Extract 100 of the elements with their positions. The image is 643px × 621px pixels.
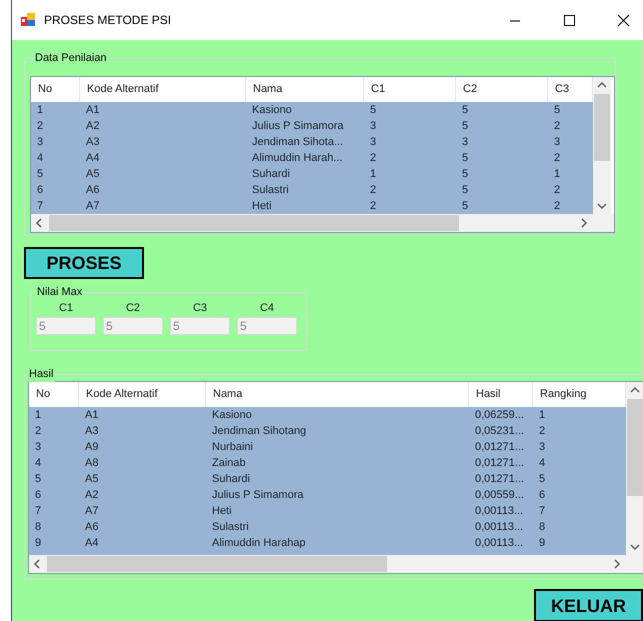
table-cell-text: 5 — [461, 103, 470, 118]
table-cell-text: 3 — [553, 135, 562, 150]
table-cell-text: A5 — [85, 167, 100, 182]
table-cell-text: 1 — [36, 103, 44, 118]
table-cell-text: 3 — [369, 119, 378, 134]
table-cell-text: 2 — [553, 183, 562, 198]
table-cell-text: 7 — [34, 504, 42, 519]
table-cell-text: Jendiman Sihota... — [251, 135, 344, 150]
table-cell-text: A6 — [85, 183, 100, 198]
table-cell-text: 0,00559... — [474, 488, 525, 503]
table-cell-text: 8 — [34, 520, 42, 535]
window-title: PROSES METODE PSI — [44, 12, 172, 29]
table-cell-text: Kasiono — [211, 408, 253, 423]
table-cell-text: A3 — [85, 135, 100, 150]
table-cell-text: 4 — [538, 456, 546, 471]
scroll-thumb[interactable] — [49, 215, 459, 231]
table-cell-text: 0,00113... — [474, 536, 524, 551]
scroll-thumb[interactable] — [594, 94, 610, 161]
table-cell-text: 5 — [461, 199, 470, 214]
table-cell-text: 4 — [34, 456, 42, 471]
table-cell-text: A6 — [84, 520, 100, 535]
table-cell-text: A1 — [84, 408, 100, 423]
table-cell-text: Sulastri — [251, 183, 290, 198]
table-cell-text: 0,06259... — [474, 408, 525, 423]
table-cell-text: Heti — [211, 504, 233, 519]
table-cell-text: 3 — [34, 440, 42, 455]
table-cell-text: A7 — [85, 199, 100, 214]
table-cell-text: 5 — [369, 103, 378, 118]
table-cell-text: 9 — [538, 536, 546, 551]
table-cell-text: 1 — [538, 408, 546, 423]
table-cell-text: Jendiman Sihotang — [211, 424, 308, 439]
table-cell-text: 3 — [538, 440, 546, 455]
table-cell-text: 0,01271... — [474, 440, 525, 455]
vertical-scrollbar[interactable] — [626, 382, 643, 555]
table-cell-text: Heti — [251, 199, 273, 214]
table-cell-text: 6 — [538, 488, 546, 503]
table-cell-text: 1 — [34, 408, 42, 423]
vertical-scrollbar[interactable] — [593, 77, 611, 214]
app-icon — [20, 12, 36, 28]
table-cell-text: 5 — [36, 167, 44, 182]
scroll-thumb[interactable] — [47, 556, 387, 572]
table-cell-text: 0,01271... — [474, 456, 525, 471]
table-cell-text: 2 — [369, 183, 378, 198]
field-label: C3 — [192, 301, 208, 316]
table-cell-text: Julius P Simamora — [211, 488, 304, 503]
table-cell-text: Suhardi — [251, 167, 291, 182]
table-cell-text: 2 — [553, 151, 562, 166]
table-cell-text: A9 — [84, 440, 100, 455]
table-cell-text: A4 — [85, 151, 100, 166]
close-icon[interactable] — [616, 12, 630, 28]
table-cell-text: 5 — [461, 119, 470, 134]
table-cell-text: 0,01271... — [474, 472, 525, 487]
table-cell-text: 5 — [553, 103, 562, 118]
table-cell-text: 2 — [553, 199, 562, 214]
table-cell-text: 0,05231... — [474, 424, 525, 439]
table-cell-text: 7 — [36, 199, 44, 214]
table-cell-text: 6 — [36, 183, 44, 198]
table-cell-text: 5 — [461, 167, 470, 182]
scroll-thumb[interactable] — [627, 399, 643, 496]
table-cell-text: A5 — [84, 472, 100, 487]
table-cell-text: 5 — [538, 472, 546, 487]
table-cell-text: Alimuddin Harah... — [251, 151, 344, 166]
table-cell-text: Alimuddin Harahap — [211, 536, 307, 551]
table-cell-text: Suhardi — [211, 472, 251, 487]
table-cell-text: 3 — [461, 135, 470, 150]
table-cell-text: 1 — [369, 167, 378, 182]
table-cell-text: 2 — [34, 424, 42, 439]
table-cell-text: 5 — [461, 151, 470, 166]
table-cell-text: 7 — [538, 504, 546, 519]
table-cell-text: 2 — [538, 424, 546, 439]
table-cell-text: A2 — [85, 119, 100, 134]
maximize-icon[interactable] — [562, 12, 576, 28]
table-cell-text: A7 — [84, 504, 100, 519]
table-cell-text: 2 — [369, 199, 378, 214]
table-cell-text: Kasiono — [251, 103, 293, 118]
table-cell-text: 5 — [461, 183, 470, 198]
table-cell-text: A3 — [84, 424, 100, 439]
table-cell-text: 1 — [553, 167, 562, 182]
group-label: Hasil — [27, 366, 56, 382]
table-cell-text: Nurbaini — [211, 440, 254, 455]
table-cell-text: 3 — [369, 135, 378, 150]
field-label: C1 — [58, 301, 74, 316]
table-cell-text: 6 — [34, 488, 42, 503]
table-cell-text: A1 — [85, 103, 100, 118]
table-cell-text: Sulastri — [211, 520, 250, 535]
table-cell-text: A4 — [84, 536, 100, 551]
keluar-button[interactable]: KELUAR — [534, 589, 643, 621]
table-cell-text: 3 — [36, 135, 44, 150]
table-cell-text: Zainab — [211, 456, 247, 471]
table-cell-text: 0,00113... — [474, 520, 524, 535]
table-cell-text: 2 — [36, 119, 44, 134]
table-cell-text: 5 — [34, 472, 42, 487]
table-cell-text: 2 — [369, 151, 378, 166]
table-cell-text: A2 — [84, 488, 100, 503]
table-cell-text: Julius P Simamora — [251, 119, 344, 134]
table-cell-text: 2 — [553, 119, 562, 134]
table-cell-text: 8 — [538, 520, 546, 535]
field-label: C2 — [126, 301, 140, 316]
proses-button[interactable]: PROSES — [24, 247, 144, 279]
table-cell-text: A8 — [84, 456, 100, 471]
